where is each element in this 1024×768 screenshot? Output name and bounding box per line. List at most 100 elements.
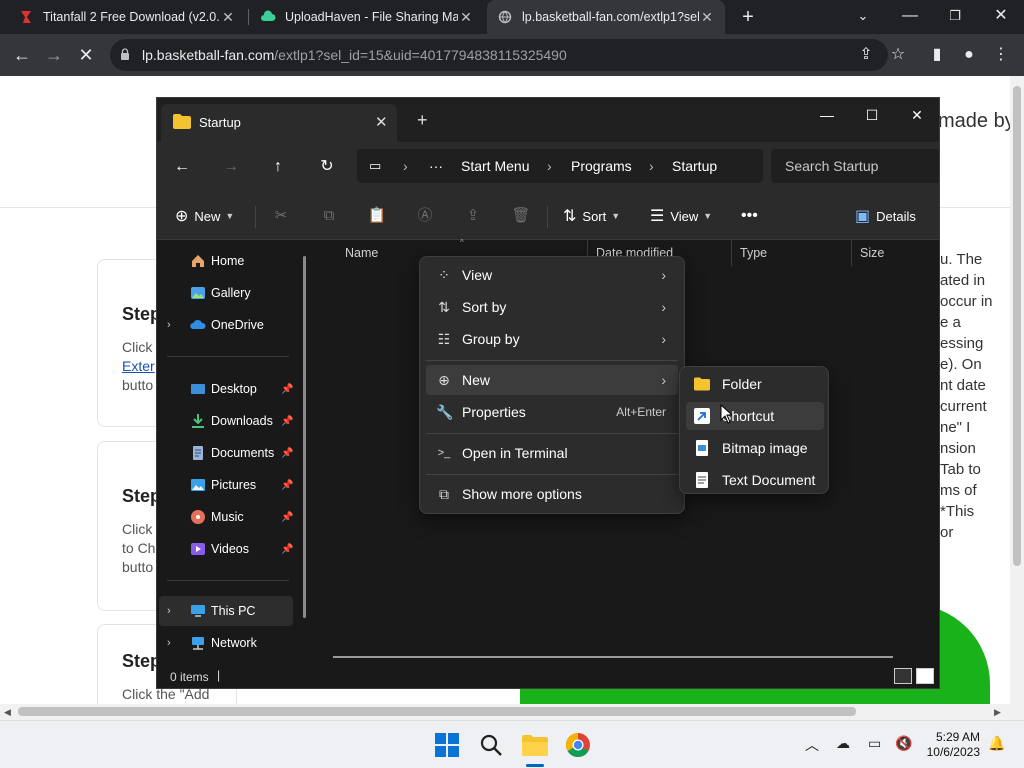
nav-item-onedrive[interactable]: › OneDrive xyxy=(157,310,307,340)
refresh-icon[interactable]: ↻ xyxy=(314,154,340,180)
ellipsis-icon[interactable]: ··· xyxy=(429,158,443,174)
browser-tab-basketball[interactable]: lp.basketball-fan.com/extlp1?sel_ ✕ xyxy=(487,0,725,34)
nav-item-videos[interactable]: Videos 📌 xyxy=(157,534,307,564)
submenu-item-text-document[interactable]: Text Document xyxy=(686,466,824,494)
chevron-right-icon[interactable]: › xyxy=(167,605,171,617)
breadcrumb[interactable]: ▭ › ··· Start Menu › Programs › Startup xyxy=(357,149,763,183)
nav-item-desktop[interactable]: Desktop 📌 xyxy=(157,374,307,404)
more-menu-icon[interactable]: ⋮ xyxy=(988,42,1014,68)
nav-item-network[interactable]: › Network xyxy=(157,628,307,658)
share-icon[interactable]: ⇪ xyxy=(853,42,879,68)
submenu-item-bitmap[interactable]: Bitmap image xyxy=(686,434,824,462)
menu-item-properties[interactable]: 🔧 Properties Alt+Enter xyxy=(426,397,678,427)
rename-icon[interactable]: Ⓐ xyxy=(413,204,437,228)
page-horizontal-scrollbar[interactable]: ◀ ▶ xyxy=(0,704,1024,720)
file-explorer-taskbar-icon[interactable] xyxy=(519,729,551,761)
column-header-size[interactable]: Size xyxy=(851,240,931,266)
scrollbar-thumb[interactable] xyxy=(1013,86,1021,566)
monitor-icon[interactable]: ▭ xyxy=(868,735,881,752)
nav-item-downloads[interactable]: Downloads 📌 xyxy=(157,406,307,436)
windows-start-icon[interactable] xyxy=(431,729,463,761)
new-tab-plus-icon[interactable]: + xyxy=(417,110,428,131)
volume-muted-icon[interactable]: 🔇 xyxy=(895,735,912,752)
pin-icon[interactable]: 📌 xyxy=(281,480,293,491)
close-window-icon[interactable]: ✕ xyxy=(986,2,1016,30)
content-horizontal-scrollbar[interactable] xyxy=(333,656,893,658)
profile-avatar-icon[interactable]: ● xyxy=(956,42,982,68)
menu-item-view[interactable]: ⁘ View › xyxy=(426,260,678,290)
delete-icon[interactable]: 🗑 xyxy=(509,204,533,228)
pin-icon[interactable]: 📌 xyxy=(281,544,293,555)
back-arrow-icon[interactable]: ← xyxy=(9,42,35,68)
submenu-item-shortcut[interactable]: Shortcut xyxy=(686,402,824,430)
address-bar[interactable]: lp.basketball-fan.com/extlp1?sel_id=15&u… xyxy=(110,39,888,71)
scrollbar-thumb[interactable] xyxy=(18,707,856,716)
tab-close-icon[interactable]: ✕ xyxy=(458,9,474,26)
cut-icon[interactable]: ✂ xyxy=(269,204,293,228)
breadcrumb-programs[interactable]: Programs xyxy=(571,158,632,174)
menu-item-new[interactable]: ⊕ New › xyxy=(426,365,678,395)
scroll-right-icon[interactable]: ▶ xyxy=(994,707,1001,718)
breadcrumb-start-menu[interactable]: Start Menu xyxy=(461,158,529,174)
menu-item-open-terminal[interactable]: >_ Open in Terminal xyxy=(426,438,678,468)
back-arrow-icon[interactable]: ← xyxy=(169,154,195,180)
extension-link[interactable]: Exter xyxy=(122,358,155,374)
explorer-tab-startup[interactable]: Startup ✕ xyxy=(161,104,397,142)
column-header-type[interactable]: Type xyxy=(731,240,851,266)
close-tab-icon[interactable]: ✕ xyxy=(375,113,388,131)
scroll-left-icon[interactable]: ◀ xyxy=(4,707,11,718)
new-button[interactable]: ⊕ New ▼ xyxy=(175,204,234,228)
step-link[interactable]: Exter xyxy=(122,357,155,376)
pin-icon[interactable]: 📌 xyxy=(281,512,293,523)
close-window-icon[interactable]: ✕ xyxy=(902,102,932,128)
menu-item-sort-by[interactable]: ⇅ Sort by › xyxy=(426,292,678,322)
maximize-icon[interactable]: ☐ xyxy=(857,102,887,128)
monitor-icon[interactable]: ▭ xyxy=(369,158,381,174)
share-icon[interactable]: ⇪ xyxy=(461,204,485,228)
nav-item-gallery[interactable]: Gallery xyxy=(157,278,307,308)
tab-close-icon[interactable]: ✕ xyxy=(220,9,236,26)
chevron-right-icon[interactable]: › xyxy=(167,637,171,649)
menu-item-group-by[interactable]: ☷ Group by › xyxy=(426,324,678,354)
nav-item-music[interactable]: Music 📌 xyxy=(157,502,307,532)
show-hidden-icons-chevron-icon[interactable]: ︿ xyxy=(805,735,819,755)
details-view-icon[interactable] xyxy=(894,668,912,684)
system-clock[interactable]: 5:29 AM 10/6/2023 xyxy=(920,730,980,760)
forward-arrow-icon[interactable]: → xyxy=(41,42,67,68)
forward-arrow-icon[interactable]: → xyxy=(218,154,244,180)
breadcrumb-startup[interactable]: Startup xyxy=(672,158,717,174)
stop-loading-icon[interactable]: ✕ xyxy=(73,42,99,68)
minimize-icon[interactable]: — xyxy=(812,102,842,128)
sort-button[interactable]: ⇅ Sort ▼ xyxy=(563,204,620,228)
cloud-offline-icon[interactable]: ☁ xyxy=(836,735,850,752)
search-icon[interactable] xyxy=(475,729,507,761)
nav-scrollbar[interactable] xyxy=(303,256,306,618)
chrome-icon[interactable] xyxy=(562,729,594,761)
browser-tab-titanfall[interactable]: Titanfall 2 Free Download (v2.0.7 ✕ xyxy=(8,0,246,34)
paste-icon[interactable]: 📋 xyxy=(365,204,389,228)
pin-icon[interactable]: 📌 xyxy=(281,416,293,427)
nav-item-pictures[interactable]: Pictures 📌 xyxy=(157,470,307,500)
tiles-view-icon[interactable] xyxy=(916,668,934,684)
tab-close-icon[interactable]: ✕ xyxy=(699,9,715,26)
search-input[interactable]: Search Startup xyxy=(771,149,939,183)
bookmark-star-icon[interactable]: ☆ xyxy=(885,42,911,68)
view-button[interactable]: ☰ View ▼ xyxy=(650,204,712,228)
new-tab-button[interactable]: + xyxy=(738,4,758,30)
restore-icon[interactable]: ❐ xyxy=(940,2,970,30)
browser-tab-uploadhaven[interactable]: UploadHaven - File Sharing Mad ✕ xyxy=(250,0,484,34)
more-options-icon[interactable]: ••• xyxy=(741,204,758,228)
pin-icon[interactable]: 📌 xyxy=(281,384,293,395)
side-panel-icon[interactable]: ▮ xyxy=(924,42,950,68)
copy-icon[interactable]: ⧉ xyxy=(317,204,341,228)
notification-bell-icon[interactable]: 🔔 xyxy=(988,735,1005,752)
details-button[interactable]: ▣ Details xyxy=(855,204,916,228)
up-arrow-icon[interactable]: ↑ xyxy=(265,154,291,180)
nav-item-home[interactable]: Home xyxy=(157,246,307,276)
submenu-item-folder[interactable]: Folder xyxy=(686,370,824,398)
menu-item-show-more[interactable]: ⧉ Show more options xyxy=(426,479,678,509)
nav-item-this-pc[interactable]: › This PC xyxy=(159,596,293,626)
tab-search-chevron-icon[interactable]: ⌄ xyxy=(848,2,878,30)
minimize-icon[interactable]: — xyxy=(895,2,925,30)
page-vertical-scrollbar[interactable] xyxy=(1010,76,1024,704)
